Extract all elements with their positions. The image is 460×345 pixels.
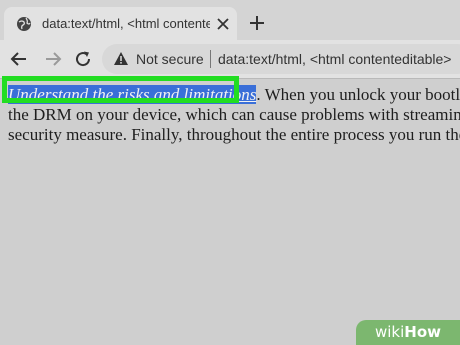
- reload-icon[interactable]: [74, 50, 92, 68]
- watermark-wiki: wiki: [374, 323, 405, 341]
- watermark-how: How: [404, 323, 441, 341]
- tab-title: data:text/html, <html contentedit: [42, 16, 210, 31]
- wikihow-watermark: wikiHow: [356, 320, 460, 345]
- paragraph-text-3: security measure. Finally, throughout th…: [8, 125, 460, 144]
- globe-icon: [17, 17, 31, 31]
- url-text[interactable]: data:text/html, <html contenteditable>: [218, 51, 451, 67]
- omnibox-divider: [210, 50, 211, 68]
- close-icon[interactable]: [216, 17, 230, 31]
- page-content[interactable]: Understand the risks and limitations. Wh…: [0, 79, 460, 345]
- browser-tab[interactable]: data:text/html, <html contentedit: [4, 7, 237, 40]
- paragraph-text-2: the DRM on your device, which can cause …: [8, 105, 460, 124]
- address-bar[interactable]: Not secure data:text/html, <html content…: [102, 44, 460, 74]
- browser-toolbar: Not secure data:text/html, <html content…: [0, 40, 460, 78]
- arrow-right-icon[interactable]: [44, 50, 62, 68]
- tab-strip: data:text/html, <html contentedit: [0, 0, 460, 40]
- security-label[interactable]: Not secure: [136, 51, 204, 67]
- paragraph-text-1: . When you unlock your bootloader,: [256, 85, 460, 104]
- plus-icon[interactable]: [248, 14, 266, 32]
- warning-icon[interactable]: [114, 52, 128, 65]
- arrow-left-icon[interactable]: [10, 50, 28, 68]
- highlight-callout-box: [2, 76, 239, 103]
